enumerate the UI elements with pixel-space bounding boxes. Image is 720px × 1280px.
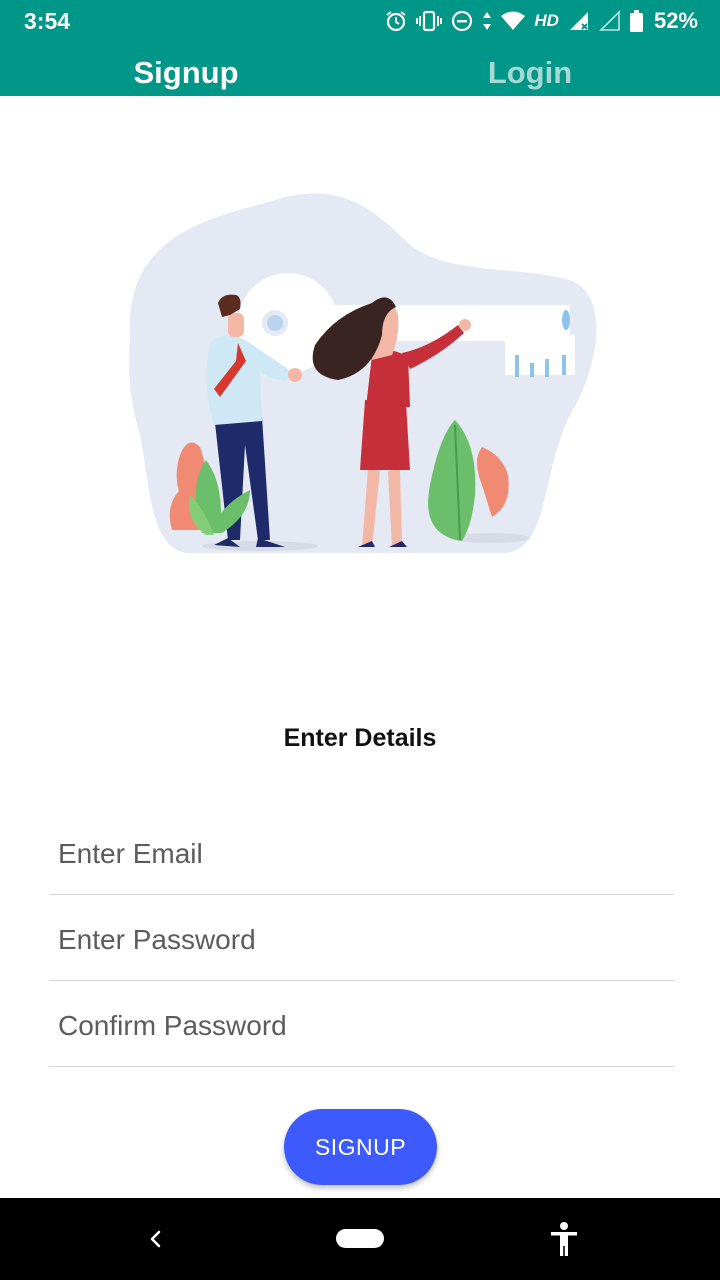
tab-signup[interactable]: Signup — [6, 44, 366, 96]
confirm-password-field-row — [49, 981, 674, 1067]
home-pill-icon[interactable] — [336, 1229, 384, 1248]
email-field-row — [49, 809, 674, 895]
tab-login[interactable]: Login — [350, 44, 710, 96]
do-not-disturb-icon — [452, 10, 473, 32]
signal-empty-icon — [599, 10, 620, 31]
tab-bar: Signup Login — [0, 44, 720, 96]
status-bar: 3:54 HD 52% — [0, 0, 720, 44]
navigation-bar — [0, 1198, 720, 1280]
back-icon[interactable] — [140, 1222, 170, 1256]
signup-button[interactable]: SIGNUP — [284, 1109, 437, 1185]
alarm-icon — [386, 11, 406, 32]
battery-icon — [629, 10, 643, 32]
form-heading: Enter Details — [283, 724, 437, 752]
confirm-password-input[interactable] — [58, 1006, 658, 1046]
battery-percent: 52% — [653, 8, 698, 33]
status-time: 3:54 — [24, 8, 71, 34]
accessibility-icon[interactable] — [548, 1220, 580, 1258]
signal-icon — [569, 12, 588, 30]
network-type: HD — [534, 11, 559, 30]
data-arrows-icon — [483, 12, 492, 30]
status-icons: HD 52% — [385, 6, 698, 36]
key-illustration — [129, 193, 597, 554]
vibrate-icon — [416, 10, 443, 32]
password-input[interactable] — [58, 920, 658, 960]
password-field-row — [49, 895, 674, 981]
wifi-icon — [501, 11, 526, 30]
email-input[interactable] — [58, 834, 658, 874]
